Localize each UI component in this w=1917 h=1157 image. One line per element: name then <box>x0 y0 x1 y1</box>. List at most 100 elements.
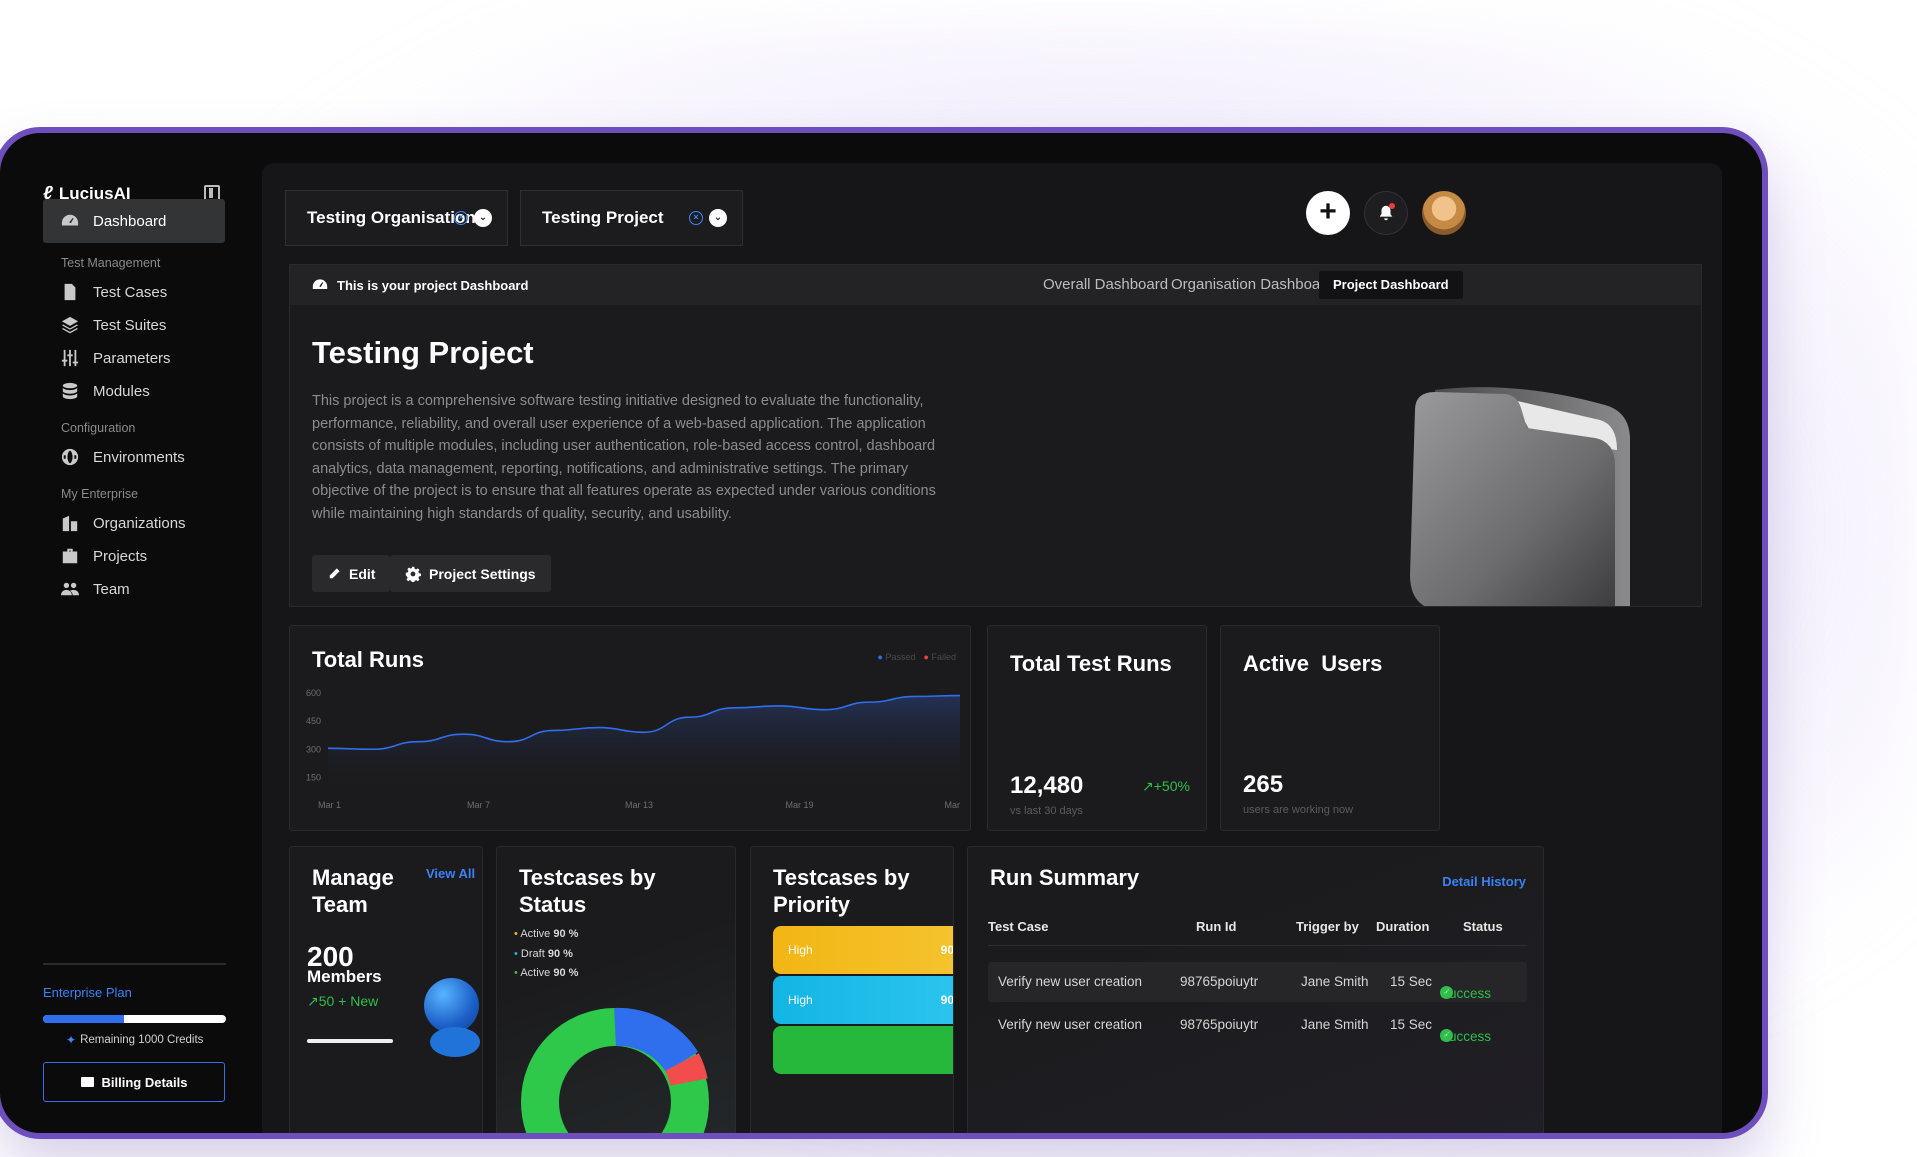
chevron-down-icon[interactable]: ⌄ <box>474 209 492 227</box>
column-header: Status <box>1463 919 1503 934</box>
detail-history-link[interactable]: Detail History <box>1442 874 1526 889</box>
chevron-down-icon[interactable]: ⌄ <box>709 209 727 227</box>
gauge-icon <box>61 214 79 226</box>
active-users-note: users are working now <box>1243 804 1354 816</box>
priority-value: 90 % <box>940 993 954 1007</box>
sidebar-item-environments[interactable]: Environments <box>43 435 225 479</box>
column-header: Duration <box>1376 919 1430 934</box>
sparkle-icon: ✦ <box>66 1033 77 1047</box>
priority-label: High <box>788 993 813 1007</box>
team-icon <box>61 582 79 596</box>
project-card: This is your project Dashboard Overall D… <box>289 264 1702 607</box>
sidebar-item-label: Test Suites <box>93 316 167 334</box>
sidebar-item-label: Test Cases <box>93 283 168 301</box>
table-divider <box>988 945 1527 946</box>
project-description: This project is a comprehensive software… <box>312 393 936 522</box>
test-case-cell: Verify new user creation <box>998 1017 1143 1032</box>
scroll-indicator <box>307 1039 393 1043</box>
priority-bar[interactable] <box>773 1026 953 1074</box>
trend-up-icon: ↗ <box>307 993 319 1009</box>
divider <box>43 963 226 965</box>
comparison-note: vs last 30 days <box>1010 805 1083 817</box>
table-row[interactable]: Verify new user creation 98765poiuytr Ja… <box>988 962 1527 1002</box>
card-title: Total Test Runs <box>1010 651 1172 676</box>
pencil-icon <box>329 567 340 578</box>
sidebar-item-label: Environments <box>93 448 185 466</box>
document-icon <box>64 283 76 301</box>
test-case-cell: Verify new user creation <box>998 974 1143 989</box>
trend-up-icon: ↗ <box>1142 778 1154 794</box>
sidebar-item-team[interactable]: Team <box>43 567 225 611</box>
credits-label: Remaining 1000 Credits <box>80 1034 204 1046</box>
credits-text: ✦ Remaining 1000 Credits <box>66 1033 203 1047</box>
project-bar-title: This is your project Dashboard <box>312 277 528 293</box>
folder-illustration <box>1410 387 1630 606</box>
credits-progress-bar <box>43 1015 226 1023</box>
table-row[interactable]: Verify new user creation 98765poiuytr Ja… <box>988 1005 1527 1045</box>
x-tick-label: Mar <box>945 800 961 810</box>
sidebar-item-label: Team <box>93 580 130 598</box>
sidebar-item-label: Projects <box>93 547 148 565</box>
total-test-runs-card: Total Test Runs 12,480 ↗+50% vs last 30 … <box>987 625 1207 831</box>
sidebar-item-dashboard[interactable]: Dashboard <box>43 199 225 243</box>
x-tick-label: Mar 19 <box>785 800 813 810</box>
sidebar-item-modules[interactable]: Modules <box>43 369 225 413</box>
x-tick-label: Mar 13 <box>625 800 653 810</box>
run-id-cell: 98765poiuytr <box>1180 974 1259 989</box>
column-header: Run Id <box>1196 919 1237 934</box>
add-icon[interactable]: + <box>1306 191 1350 235</box>
database-icon <box>62 382 78 400</box>
duration-cell: 15 Sec <box>1390 974 1433 989</box>
priority-bar-high[interactable]: High 90 % <box>773 976 954 1024</box>
sidebar-item-label: Organizations <box>93 514 186 532</box>
project-selector[interactable]: Testing Project × ⌄ <box>520 190 743 246</box>
edit-button[interactable]: Edit <box>312 555 391 592</box>
team-avatar-bubble <box>424 978 479 1033</box>
organisation-selector[interactable]: Testing Organisation × ⌄ <box>285 190 508 246</box>
active-users-card: Active Users 265 users are working now <box>1220 625 1440 831</box>
settings-label: Project Settings <box>429 565 536 582</box>
bar-title-text: This is your project Dashboard <box>337 277 529 293</box>
tab-organisation-dashboard[interactable]: Organisation Dashboard <box>1171 276 1334 293</box>
column-header: Trigger by <box>1296 919 1359 934</box>
priority-label: High <box>788 943 813 957</box>
credits-progress-fill <box>43 1015 124 1023</box>
gear-icon <box>405 566 421 582</box>
x-tick-label: Mar 7 <box>467 800 490 810</box>
project-bar: This is your project Dashboard Overall D… <box>290 265 1701 305</box>
active-users-value: 265 <box>1243 771 1284 798</box>
main-panel: Testing Organisation × ⌄ Testing Project… <box>262 163 1722 1133</box>
y-tick-label: 600 <box>306 688 321 698</box>
card-title: Active Users <box>1243 651 1383 676</box>
card-title: Manage Team <box>312 865 394 917</box>
receipt-icon <box>80 1077 94 1087</box>
page-title: Testing Project <box>312 335 534 370</box>
manage-team-card: Manage Team View All 200 Members ↗50 + N… <box>289 846 483 1133</box>
tab-project-dashboard[interactable]: Project Dashboard <box>1319 271 1463 299</box>
notification-button[interactable] <box>1364 191 1408 235</box>
clear-icon[interactable]: × <box>454 211 468 225</box>
trigger-cell: Jane Smith <box>1301 1017 1369 1032</box>
sidebar-item-label: Modules <box>93 382 150 400</box>
globe-icon <box>61 448 79 466</box>
run-id-cell: 98765poiuytr <box>1180 1017 1259 1032</box>
nav-section-test-management: Test Management <box>61 256 161 270</box>
billing-label: Billing Details <box>101 1074 188 1090</box>
total-test-runs-value: 12,480 <box>1010 772 1084 799</box>
layers-icon <box>61 316 79 334</box>
project-settings-button[interactable]: Project Settings <box>390 555 551 592</box>
tab-overall-dashboard[interactable]: Overall Dashboard <box>1043 276 1168 293</box>
trigger-cell: Jane Smith <box>1301 974 1369 989</box>
sidebar-item-label: Parameters <box>93 349 171 367</box>
new-members-value: 50 + New <box>318 993 379 1009</box>
priority-card: Testcases by Priority High 90 % High 90 … <box>750 846 954 1133</box>
avatar[interactable] <box>1422 191 1466 235</box>
view-all-link[interactable]: View All <box>426 866 475 881</box>
edit-label: Edit <box>349 565 376 582</box>
project-name: Testing Project <box>542 208 664 227</box>
clear-icon[interactable]: × <box>689 211 703 225</box>
priority-bar-high[interactable]: High 90 % <box>773 926 953 974</box>
y-tick-label: 300 <box>306 744 321 754</box>
billing-details-button[interactable]: Billing Details <box>43 1062 225 1102</box>
x-tick-label: Mar 1 <box>318 800 341 810</box>
